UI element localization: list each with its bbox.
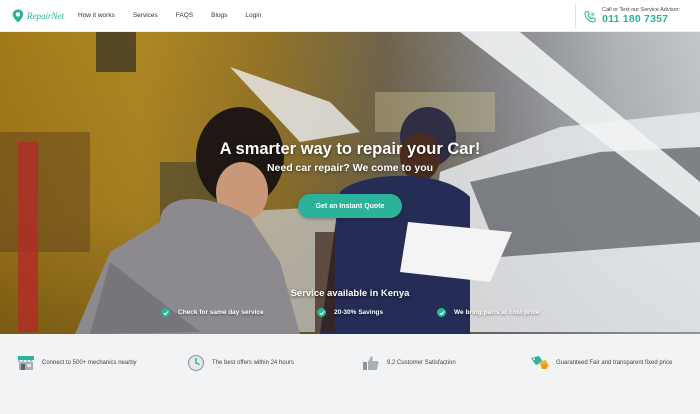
- check-icon: [317, 308, 326, 317]
- benefit-label: Connect to 500+ mechanics nearby: [42, 360, 137, 366]
- hero-title: A smarter way to repair your Car!: [219, 140, 481, 158]
- location-pin-icon: [12, 9, 24, 23]
- hero-subtitle: Need car repair? We come to you: [266, 162, 434, 174]
- benefit-label: Guaranteed Fair and transparent fixed pr…: [556, 360, 673, 366]
- nav-how-it-works[interactable]: How it works: [78, 12, 115, 19]
- benefit-label: The best offers within 24 hours: [212, 360, 294, 366]
- feature-item: Check for same day service: [161, 308, 264, 317]
- phone-icon[interactable]: [584, 10, 596, 23]
- check-icon: [161, 308, 170, 317]
- shop-icon: [16, 354, 36, 372]
- benefit-item: 9.2 Customer Satisfaction: [361, 354, 456, 372]
- feature-item: We bring parts at cost price: [437, 308, 539, 317]
- feature-label: 20-30% Savings: [334, 309, 384, 316]
- feature-list: Check for same day service 20-30% Saving…: [0, 308, 700, 322]
- instant-quote-button[interactable]: Get an Instant Quote: [298, 194, 402, 218]
- benefit-item: Connect to 500+ mechanics nearby: [16, 354, 137, 372]
- logo-text: RepairNet: [27, 10, 64, 21]
- benefit-item: Guaranteed Fair and transparent fixed pr…: [530, 354, 672, 372]
- hero-section: A smarter way to repair your Car! Need c…: [0, 32, 700, 334]
- feature-label: We bring parts at cost price: [454, 309, 540, 316]
- feature-item: 20-30% Savings: [317, 308, 383, 317]
- logo[interactable]: RepairNet: [12, 9, 70, 23]
- benefit-item: The best offers within 24 hours: [186, 354, 294, 372]
- benefits-strip: Connect to 500+ mechanics nearby The bes…: [0, 334, 700, 414]
- contact-block: Call or Text our Service Advisor: 011 18…: [575, 4, 680, 28]
- nav-services[interactable]: Services: [133, 12, 158, 19]
- site-header: RepairNet How it works Services FAQS Blo…: [0, 0, 700, 32]
- thumbs-up-icon: [361, 354, 381, 372]
- service-availability: Service available in Kenya: [290, 288, 410, 299]
- clock-icon: [186, 354, 206, 372]
- phone-number-link[interactable]: 011 180 7357: [602, 13, 680, 25]
- nav-faqs[interactable]: FAQS: [176, 12, 193, 19]
- nav-login[interactable]: Login: [245, 12, 261, 19]
- feature-label: Check for same day service: [178, 309, 264, 316]
- main-nav: How it works Services FAQS Blogs Login: [78, 0, 279, 32]
- check-icon: [437, 308, 446, 317]
- nav-blogs[interactable]: Blogs: [211, 12, 227, 19]
- price-tag-icon: [530, 354, 550, 372]
- benefit-label: 9.2 Customer Satisfaction: [387, 360, 456, 366]
